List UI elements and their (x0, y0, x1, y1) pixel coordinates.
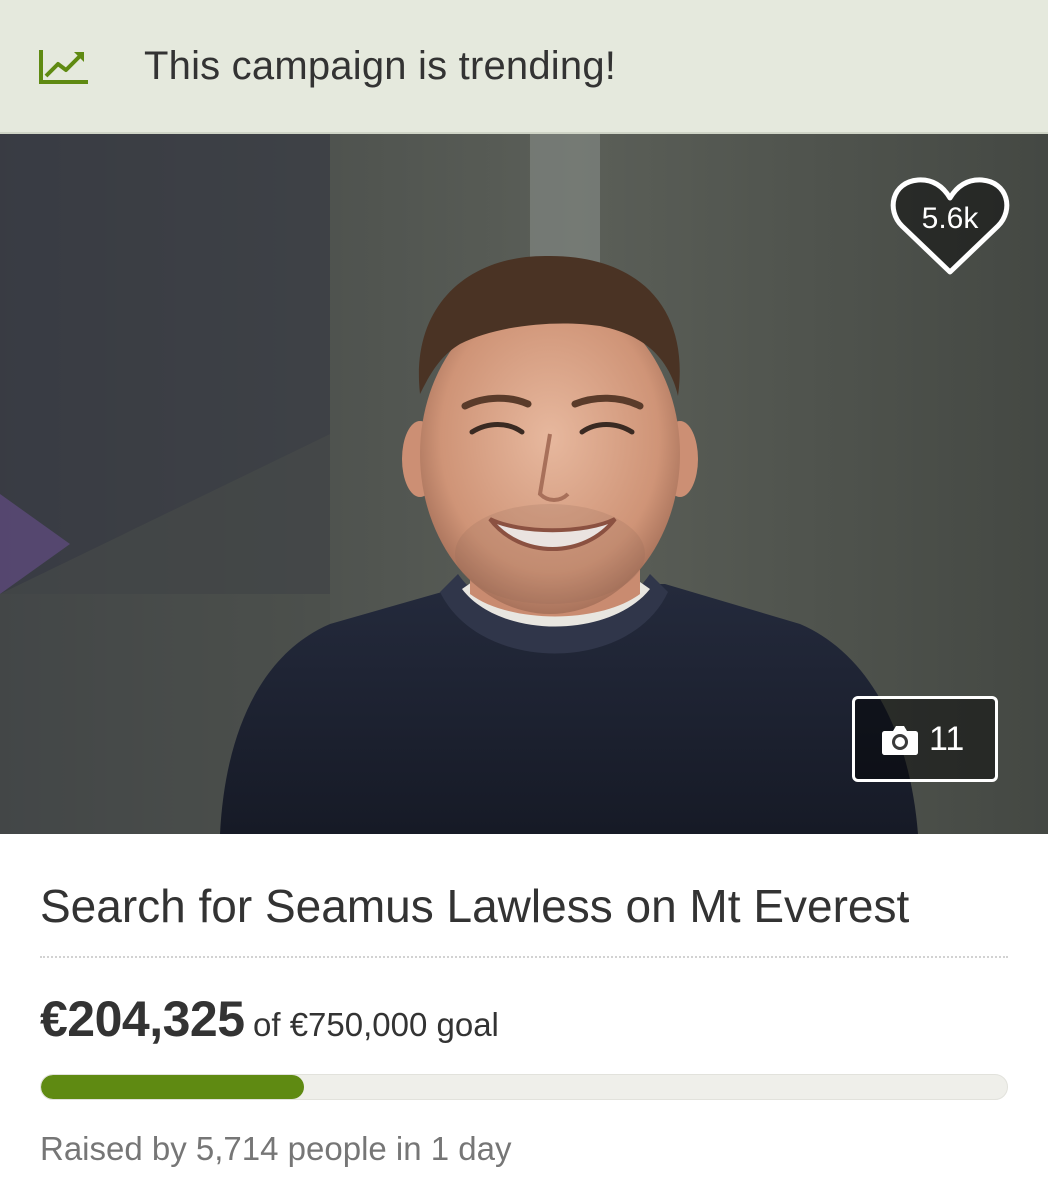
favorite-button[interactable]: 5.6k (888, 174, 1012, 278)
divider (40, 956, 1008, 958)
progress-bar-fill (41, 1075, 305, 1099)
funding-summary: €204,325 of €750,000 goal (40, 990, 499, 1048)
trending-text: This campaign is trending! (144, 44, 617, 88)
hearts-count: 5.6k (921, 202, 979, 235)
goal-amount: of €750,000 goal (253, 1006, 499, 1043)
photos-gallery-button[interactable]: 11 (852, 696, 998, 782)
campaign-title[interactable]: Search for Seamus Lawless on Mt Everest (40, 876, 909, 936)
campaign-page: This campaign is trending! 5.6k 11 Searc… (0, 0, 1048, 1200)
photos-count: 11 (929, 720, 965, 758)
donors-summary: Raised by 5,714 people in 1 day (40, 1130, 512, 1167)
progress-bar (40, 1074, 1008, 1100)
camera-icon (882, 726, 918, 755)
trending-banner: This campaign is trending! (0, 0, 1048, 134)
trending-up-icon (39, 50, 88, 84)
amount-raised: €204,325 (40, 991, 245, 1047)
campaign-photo[interactable]: 5.6k 11 (0, 134, 1048, 834)
